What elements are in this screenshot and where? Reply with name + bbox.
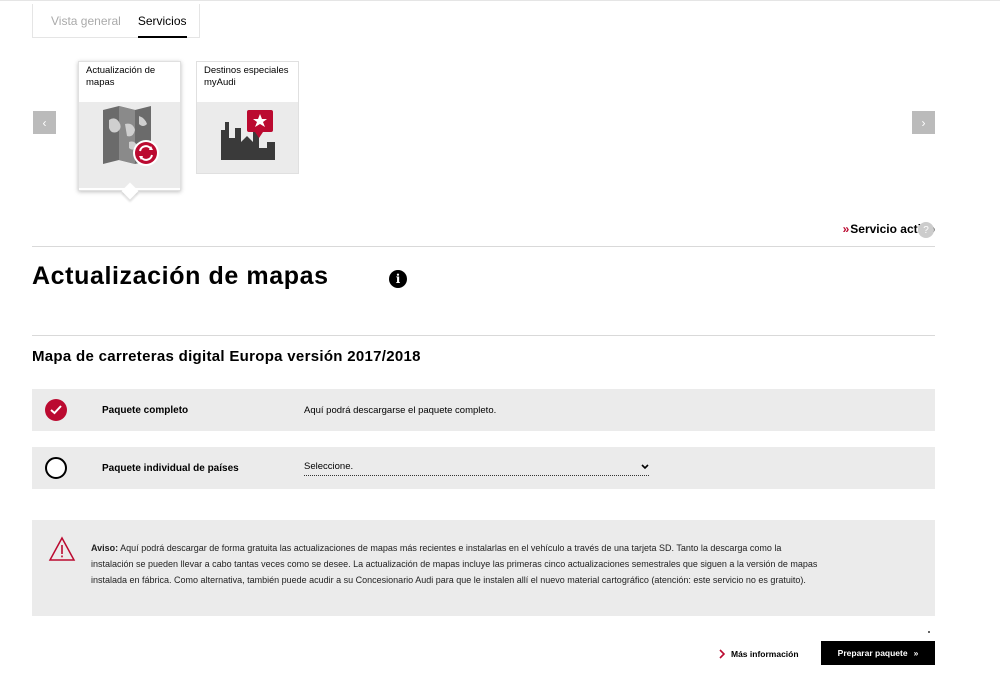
option-label: Paquete completo (102, 404, 189, 416)
divider (32, 335, 935, 336)
notice-panel: Aviso: Aquí podrá descargar de forma gra… (32, 520, 935, 616)
option-description: Aquí podrá descargarse el paquete comple… (304, 404, 497, 416)
select-value: Seleccione. (304, 461, 354, 472)
map-version-title: Mapa de carreteras digital Europa versió… (32, 348, 421, 365)
notice-body: Aquí podrá descargar de forma gratuita l… (91, 543, 818, 585)
radio-checked-icon[interactable] (45, 399, 67, 421)
divider-dot (928, 631, 930, 633)
warning-icon (48, 536, 76, 561)
card-label: Actualización de mapas (86, 65, 156, 88)
prepare-package-label: Preparar paquete (837, 648, 908, 658)
card-label: Destinos especiales myAudi (204, 65, 289, 88)
double-chevron-icon: » (913, 648, 919, 658)
more-info-label: Más información (731, 649, 799, 659)
double-chevron-icon: » (842, 222, 849, 236)
more-info-link[interactable]: Más información (719, 649, 799, 659)
service-card-special-destinations[interactable]: Destinos especiales myAudi (196, 61, 299, 174)
divider (32, 246, 935, 247)
map-update-icon (79, 102, 180, 188)
carousel-next-button[interactable]: › (912, 111, 935, 134)
notice-text: Aviso: Aquí podrá descargar de forma gra… (91, 540, 821, 588)
tab-bar: Vista general Servicios (32, 4, 200, 38)
page-title: Actualización de mapas (32, 262, 329, 290)
option-country-package[interactable]: Paquete individual de países Seleccione. (32, 447, 935, 489)
tab-overview[interactable]: Vista general (51, 4, 121, 38)
chevron-right-icon: › (921, 115, 926, 130)
tab-services[interactable]: Servicios (137, 4, 187, 38)
notice-label: Aviso: (91, 543, 119, 553)
country-select[interactable]: Seleccione. (304, 460, 649, 476)
special-destinations-icon (197, 102, 298, 173)
help-glyph: ? (923, 224, 929, 236)
radio-unchecked-icon[interactable] (45, 457, 67, 479)
chevron-right-icon (719, 649, 725, 659)
service-card-map-update[interactable]: Actualización de mapas (78, 61, 181, 200)
chevron-down-icon (641, 464, 649, 470)
help-icon[interactable]: ? (918, 222, 934, 238)
option-label: Paquete individual de países (102, 462, 239, 474)
info-icon[interactable]: i (389, 270, 407, 288)
option-full-package[interactable]: Paquete completo Aquí podrá descargarse … (32, 389, 935, 431)
prepare-package-button[interactable]: Preparar paquete » (821, 641, 935, 665)
carousel-prev-button[interactable]: ‹ (33, 111, 56, 134)
chevron-left-icon: ‹ (42, 115, 47, 130)
info-glyph: i (395, 272, 401, 286)
